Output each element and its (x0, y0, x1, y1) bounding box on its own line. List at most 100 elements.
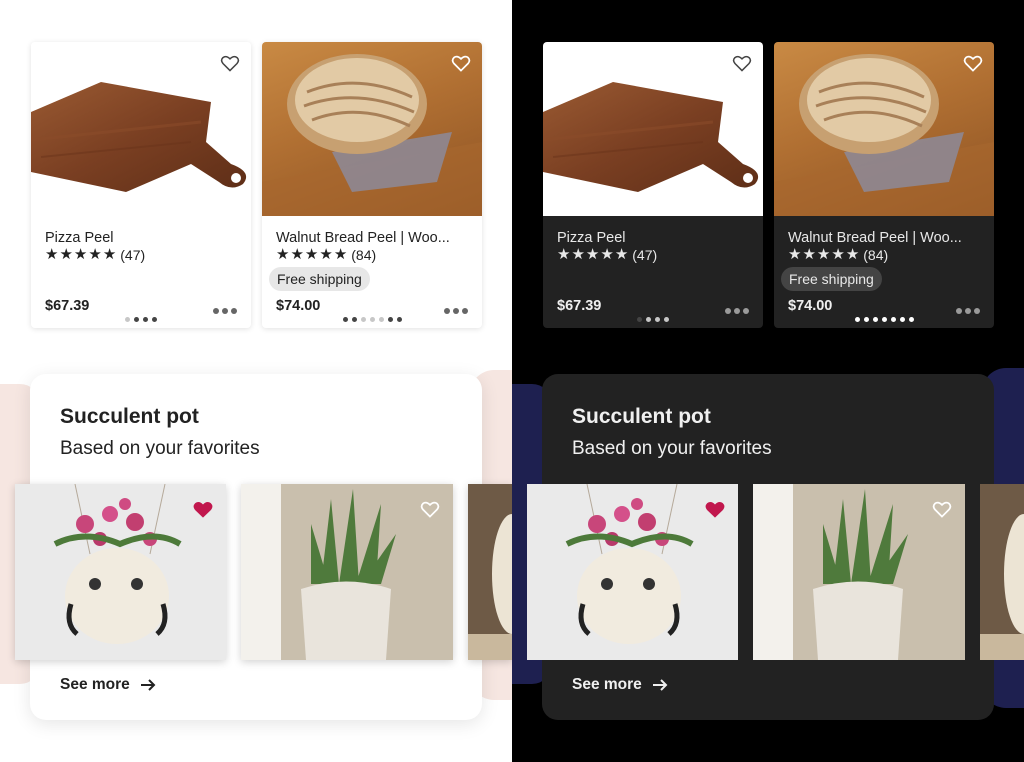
carousel-dot[interactable] (863, 317, 869, 322)
rating: ★ ★ ★ ★ ★ (84) (276, 246, 377, 264)
recommendation-subtitle: Based on your favorites (60, 438, 260, 459)
rating: ★ ★ ★ ★ ★ (47) (45, 246, 146, 264)
star-icon: ★ (557, 246, 571, 263)
heart-outline-icon[interactable] (448, 50, 474, 76)
carousel-dot[interactable] (664, 317, 669, 322)
carousel-dot[interactable] (890, 317, 896, 322)
star-icon: ★ (600, 246, 614, 263)
star-icon: ★ (73, 246, 88, 263)
see-more-link[interactable]: See more (60, 676, 156, 694)
listing-price: $74.00 (276, 298, 321, 314)
star-icon: ★ (59, 246, 73, 263)
star-icon: ★ (816, 246, 831, 263)
carousel-dot[interactable] (387, 317, 393, 322)
review-count: (84) (351, 247, 377, 263)
listing-price: $67.39 (45, 298, 90, 314)
more-dots-icon[interactable] (956, 308, 980, 314)
star-icon: ★ (102, 246, 117, 263)
listing-title[interactable]: Walnut Bread Peel | Woo... (276, 230, 472, 246)
owl-planter-tile[interactable] (15, 484, 226, 660)
see-more-link[interactable]: See more (572, 676, 668, 694)
review-count: (47) (120, 247, 146, 263)
carousel-dot[interactable] (655, 317, 660, 322)
cat-planter-tile[interactable] (980, 484, 1024, 660)
carousel-dot[interactable] (854, 317, 860, 322)
star-icon: ★ (88, 246, 102, 263)
star-icon: ★ (614, 246, 629, 263)
free-shipping-badge: Free shipping (269, 267, 370, 291)
dark-theme-panel: Pizza Peel ★ ★ ★ ★ ★ (47) $67.39 Walnut … (512, 0, 1024, 762)
star-icon: ★ (276, 246, 290, 263)
free-shipping-badge: Free shipping (781, 267, 882, 291)
carousel-dot[interactable] (152, 317, 157, 322)
recommendation-title: Succulent pot (60, 405, 199, 428)
carousel-dot[interactable] (369, 317, 375, 322)
carousel-dot[interactable] (342, 317, 348, 322)
review-count: (84) (863, 247, 889, 263)
star-icon: ★ (845, 246, 860, 263)
see-more-label: See more (572, 676, 642, 693)
image-carousel-dots[interactable] (774, 317, 994, 322)
carousel-dot[interactable] (360, 317, 366, 322)
see-more-label: See more (60, 676, 130, 693)
more-dots-icon[interactable] (444, 308, 468, 314)
heart-outline-icon[interactable] (217, 50, 243, 76)
heart-outline-icon[interactable] (729, 50, 755, 76)
carousel-dot[interactable] (143, 317, 148, 322)
listing-title[interactable]: Pizza Peel (45, 230, 241, 246)
star-icon: ★ (304, 246, 319, 263)
star-icon: ★ (831, 246, 845, 263)
listing-title[interactable]: Pizza Peel (557, 230, 753, 246)
carousel-dot[interactable] (378, 317, 384, 322)
star-icon: ★ (333, 246, 348, 263)
recommendation-subtitle: Based on your favorites (572, 438, 772, 459)
image-carousel-dots[interactable] (31, 317, 251, 322)
cat-planter-photo (468, 514, 512, 660)
star-icon: ★ (45, 246, 59, 263)
star-icon: ★ (319, 246, 333, 263)
listing-title[interactable]: Walnut Bread Peel | Woo... (788, 230, 984, 246)
recommendation-title: Succulent pot (572, 405, 711, 428)
listing-price: $74.00 (788, 298, 833, 314)
star-icon: ★ (802, 246, 816, 263)
heart-outline-icon[interactable] (417, 496, 443, 522)
rating: ★ ★ ★ ★ ★ (47) (557, 246, 658, 264)
listing-card-walnut-bread-peel[interactable]: Walnut Bread Peel | Woo... ★ ★ ★ ★ ★ (84… (262, 42, 482, 328)
carousel-dot[interactable] (637, 317, 642, 322)
review-count: (47) (632, 247, 658, 263)
listing-card-pizza-peel[interactable]: Pizza Peel ★ ★ ★ ★ ★ (47) $67.39 (543, 42, 763, 328)
heart-filled-icon[interactable] (702, 496, 728, 522)
carousel-dot[interactable] (396, 317, 402, 322)
cat-planter-tile[interactable] (468, 484, 512, 660)
listing-card-pizza-peel[interactable]: Pizza Peel ★ ★ ★ ★ ★ (47) $67.39 (31, 42, 251, 328)
image-carousel-dots[interactable] (262, 317, 482, 322)
carousel-dot[interactable] (881, 317, 887, 322)
image-carousel-dots[interactable] (543, 317, 763, 322)
star-icon: ★ (571, 246, 585, 263)
succulent-pot-tile[interactable] (241, 484, 453, 660)
light-theme-panel: Pizza Peel ★ ★ ★ ★ ★ (47) $67.39 Walnut … (0, 0, 512, 762)
listing-card-walnut-bread-peel[interactable]: Walnut Bread Peel | Woo... ★ ★ ★ ★ ★ (84… (774, 42, 994, 328)
star-icon: ★ (788, 246, 802, 263)
carousel-dot[interactable] (351, 317, 357, 322)
owl-planter-tile[interactable] (527, 484, 738, 660)
arrow-right-icon (652, 679, 668, 691)
star-icon: ★ (290, 246, 304, 263)
more-dots-icon[interactable] (213, 308, 237, 314)
carousel-dot[interactable] (908, 317, 914, 322)
carousel-dot[interactable] (134, 317, 139, 322)
arrow-right-icon (140, 679, 156, 691)
cat-planter-photo (980, 514, 1024, 660)
heart-outline-icon[interactable] (929, 496, 955, 522)
carousel-dot[interactable] (899, 317, 905, 322)
succulent-pot-tile[interactable] (753, 484, 965, 660)
carousel-dot[interactable] (872, 317, 878, 322)
heart-filled-icon[interactable] (190, 496, 216, 522)
star-icon: ★ (585, 246, 600, 263)
rating: ★ ★ ★ ★ ★ (84) (788, 246, 889, 264)
carousel-dot[interactable] (125, 317, 130, 322)
more-dots-icon[interactable] (725, 308, 749, 314)
listing-price: $67.39 (557, 298, 602, 314)
heart-outline-icon[interactable] (960, 50, 986, 76)
carousel-dot[interactable] (646, 317, 651, 322)
